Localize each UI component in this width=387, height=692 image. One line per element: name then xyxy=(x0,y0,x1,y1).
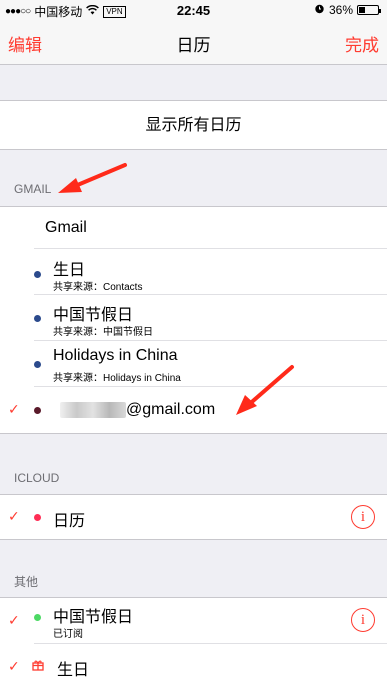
page-title: 日历 xyxy=(176,36,211,55)
calendar-label: @gmail.com xyxy=(126,401,216,418)
calendar-row-holidays-in-china[interactable]: Holidays in China 共享来源：Holidays in China xyxy=(0,341,387,387)
calendar-subtitle: 已订阅 xyxy=(53,629,83,640)
status-bar: ●●●○○ 中国移动 VPN 22:45 36% xyxy=(0,0,387,20)
section-header-gmail: GMAIL xyxy=(14,182,52,196)
gmail-group: Gmail 生日 共享来源：Contacts 中国节假日 共享来源：中国节假日 … xyxy=(0,206,387,434)
checkmark-icon: ✓ xyxy=(8,658,20,674)
calendar-row-subscribed-china-holidays[interactable]: ✓ 中国节假日 已订阅 i xyxy=(0,598,387,644)
calendar-row-other-birthday[interactable]: ✓ 生日 xyxy=(0,644,387,690)
calendar-label: 日历 xyxy=(53,513,86,530)
section-header-other: 其他 xyxy=(14,575,39,589)
calendar-label: Holidays in China xyxy=(53,347,178,364)
annotation-arrow-gmail-header xyxy=(58,163,127,193)
info-icon[interactable]: i xyxy=(351,608,375,632)
show-all-calendars-button[interactable]: 显示所有日历 xyxy=(0,100,387,150)
gmail-account-row: Gmail xyxy=(0,207,387,249)
calendar-color-dot xyxy=(34,407,41,414)
other-group: ✓ 中国节假日 已订阅 i ✓ 生日 xyxy=(0,597,387,692)
calendar-color-dot xyxy=(34,315,41,322)
calendar-color-dot xyxy=(34,614,41,621)
calendar-label: 中国节假日 xyxy=(53,307,134,324)
calendar-label: 生日 xyxy=(53,262,86,279)
done-button[interactable]: 完成 xyxy=(345,31,379,56)
calendar-subtitle: 共享来源：Holidays in China xyxy=(53,373,181,384)
calendar-label: 中国节假日 xyxy=(53,609,134,626)
redacted-email-blur xyxy=(60,402,126,418)
section-header-icloud: ICLOUD xyxy=(14,471,60,485)
nav-bar: 编辑 日历 完成 xyxy=(0,20,387,65)
calendar-row-china-holidays[interactable]: 中国节假日 共享来源：中国节假日 xyxy=(0,295,387,341)
info-icon[interactable]: i xyxy=(351,505,375,529)
calendar-row-icloud-calendar[interactable]: ✓ 日历 i xyxy=(0,495,387,539)
battery-icon xyxy=(357,5,381,15)
calendar-subtitle: 共享来源：中国节假日 xyxy=(53,327,153,338)
calendar-subtitle: 共享来源：Contacts xyxy=(53,282,143,293)
checkmark-icon: ✓ xyxy=(8,508,20,524)
calendar-color-dot xyxy=(34,271,41,278)
battery-percent: 36% xyxy=(328,3,353,17)
calendar-row-gmail-address[interactable]: ✓ @gmail.com xyxy=(0,387,387,433)
gmail-account-label: Gmail xyxy=(45,219,87,236)
alarm-icon xyxy=(314,3,325,17)
calendar-row-birthday[interactable]: 生日 共享来源：Contacts xyxy=(0,249,387,295)
gift-icon xyxy=(32,658,44,676)
checkmark-icon: ✓ xyxy=(8,401,20,417)
calendar-color-dot xyxy=(34,361,41,368)
icloud-group: ✓ 日历 i xyxy=(0,494,387,540)
status-right: 36% xyxy=(314,3,381,17)
calendar-color-dot xyxy=(34,514,41,521)
calendar-label: 生日 xyxy=(57,662,90,679)
checkmark-icon: ✓ xyxy=(8,612,20,628)
